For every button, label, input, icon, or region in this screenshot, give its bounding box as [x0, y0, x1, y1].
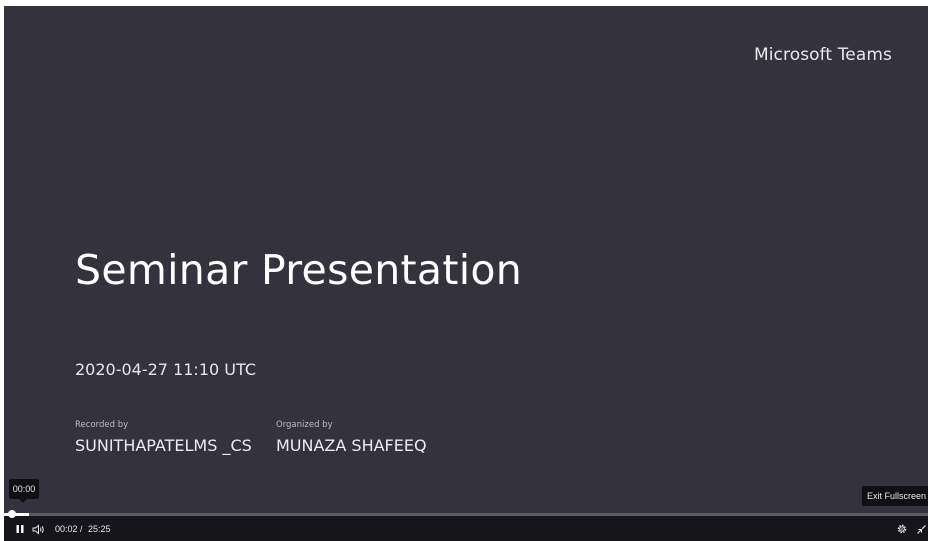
progress-knob[interactable]: [8, 510, 16, 518]
recorded-by-label: Recorded by: [75, 420, 129, 430]
video-area[interactable]: Microsoft Teams Seminar Presentation 202…: [4, 6, 928, 541]
current-time: 00:02: [55, 524, 78, 534]
video-player-frame: Microsoft Teams Seminar Presentation 202…: [0, 0, 928, 541]
time-separator: /: [80, 524, 83, 534]
exit-fullscreen-icon: [916, 524, 926, 534]
recording-datetime: 2020-04-27 11:10 UTC: [75, 360, 256, 379]
duration: 25:25: [88, 524, 111, 534]
organized-by-value: MUNAZA SHAFEEQ: [276, 436, 427, 455]
recorded-by-value: SUNITHAPATELMS _CS: [75, 436, 252, 455]
exit-fullscreen-button[interactable]: [914, 522, 928, 536]
gear-icon: [897, 524, 907, 534]
pause-button[interactable]: [13, 522, 27, 536]
progress-bar[interactable]: [4, 510, 928, 518]
volume-button[interactable]: [31, 522, 45, 536]
volume-icon: [32, 523, 44, 535]
control-bar: 00:02 / 25:25: [4, 510, 928, 541]
presentation-title: Seminar Presentation: [75, 246, 523, 294]
brand-label: Microsoft Teams: [753, 45, 892, 65]
settings-button[interactable]: [895, 522, 909, 536]
seek-hover-tooltip: 00:00: [9, 479, 39, 503]
organized-by-label: Organized by: [276, 420, 333, 430]
exit-fullscreen-tooltip: Exit Fullscreen: [861, 486, 928, 506]
pause-icon: [16, 525, 24, 533]
